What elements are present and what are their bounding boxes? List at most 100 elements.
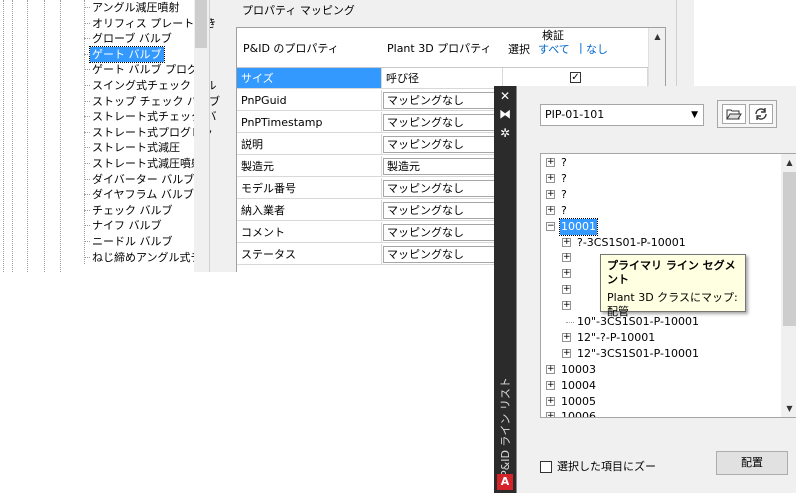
class-tree-item[interactable]: ニードル バルブ (84, 234, 175, 249)
class-tree-scrollbar[interactable] (194, 0, 209, 272)
plant3d-property-value: マッピングなし (383, 114, 502, 131)
class-tree-item-label: ストレート式減圧噴射 (92, 157, 202, 170)
tree-connector (84, 53, 90, 55)
class-tree-item-label: ねじ締めアングル式チ (92, 250, 202, 264)
class-tree-item[interactable]: ゲート バルブ プログレ (84, 62, 211, 77)
class-tree-item[interactable]: ダイバーター バルブ (84, 172, 196, 187)
select-separator: | (579, 41, 583, 54)
expand-icon[interactable]: + (562, 301, 571, 311)
select-label: 選択 (508, 43, 530, 56)
pid-line-list-palette: ✕ ⧓ ✲ P&ID ライン リスト A PIP-01-101 ▼ + ? + … (494, 86, 796, 493)
line-tree-node-label: ? (561, 203, 567, 217)
select-all-link[interactable]: すべて (538, 41, 570, 57)
auto-hide-icon[interactable]: ⧓ (498, 107, 512, 121)
class-tree-item[interactable]: ゲート バルブ (84, 45, 165, 63)
class-tree-item[interactable]: ナイフ バルブ (84, 218, 164, 233)
expand-icon[interactable]: + (562, 348, 571, 358)
expand-icon[interactable]: + (546, 173, 555, 183)
tree-connector (84, 85, 90, 86)
tree-connector (84, 225, 90, 227)
tree-guide-line (12, 0, 13, 272)
expand-icon[interactable]: + (546, 380, 555, 390)
expand-icon[interactable]: + (546, 364, 555, 374)
plant3d-property-value: 製造元 (383, 158, 502, 175)
class-tree-item-label: ナイフ バルブ (92, 219, 162, 233)
plant3d-property-select[interactable]: マッピングなし▼ (382, 244, 503, 265)
plant3d-property-select[interactable]: 製造元▼ (382, 156, 503, 177)
tooltip-line2: 配管 (607, 305, 629, 318)
class-tree-item[interactable]: ダイヤフラム バルブ (84, 187, 196, 202)
verify-checkbox[interactable]: ✓ (570, 72, 581, 83)
plant3d-property-value: マッピングなし (383, 136, 502, 153)
class-tree-item[interactable]: ストレート式減圧 (84, 140, 182, 155)
class-tree-item[interactable]: ストレート式減圧噴射 (84, 156, 204, 171)
line-tree-node-label: ? (561, 156, 567, 169)
header-pid-property[interactable]: P&ID のプロパティ (237, 28, 383, 68)
plant3d-property-select[interactable]: マッピングなし▼ (382, 112, 503, 133)
scrollbar-thumb[interactable] (783, 172, 796, 326)
class-tree-item[interactable]: アングル減圧噴射 (84, 0, 182, 15)
class-tree-item[interactable]: ねじ締めアングル式チ (84, 250, 204, 265)
expand-icon[interactable]: + (562, 237, 571, 247)
scroll-down-arrow-icon[interactable]: ▼ (781, 400, 796, 417)
class-tree-panel: アングル減圧噴射 オリフィス プレート付き グローブ バルブ ゲート バルブ ゲート バ… (0, 0, 220, 272)
place-button[interactable]: 配置 (716, 451, 788, 475)
expand-icon[interactable]: + (562, 253, 571, 263)
drawing-select-value: PIP-01-101 (545, 108, 605, 121)
tooltip-line1: Plant 3D クラスにマップ: (607, 291, 738, 304)
pid-property-cell[interactable]: 製造元 (237, 156, 382, 177)
pid-property-cell[interactable]: ステータス (237, 244, 382, 265)
plant3d-property-cell[interactable]: 呼び径 (382, 68, 503, 89)
refresh-button[interactable] (749, 104, 773, 124)
pid-property-cell[interactable]: 納入業者 (237, 200, 382, 221)
pid-property-cell[interactable]: モデル番号 (237, 178, 382, 199)
tree-connector (84, 256, 90, 258)
class-tree-item[interactable]: グローブ バルブ (84, 31, 174, 46)
pid-property-cell[interactable]: サイズ (237, 68, 382, 89)
palette-titlebar[interactable]: ✕ ⧓ ✲ P&ID ライン リスト A (494, 86, 516, 493)
expand-icon[interactable]: + (546, 158, 555, 167)
plant3d-property-select[interactable]: マッピングなし▼ (382, 178, 503, 199)
tree-connector (84, 116, 90, 118)
expand-icon[interactable]: + (562, 332, 571, 342)
line-tree-scrollbar[interactable]: ▲ ▼ (781, 154, 796, 417)
expand-icon[interactable]: + (562, 269, 571, 279)
collapse-icon[interactable]: − (546, 221, 555, 231)
select-none-link[interactable]: なし (586, 41, 608, 57)
open-folder-button[interactable] (722, 104, 746, 124)
scroll-up-arrow-icon[interactable]: ▲ (649, 28, 665, 45)
tree-guide-line (60, 0, 61, 272)
plant3d-property-select[interactable]: マッピングなし▼ (382, 200, 503, 221)
plant3d-property-select[interactable]: マッピングなし▼ (382, 222, 503, 243)
class-tree-item-label: ゲート バルブ プログレ (92, 63, 209, 77)
line-tree-node-label: 12"-3CS1S01-P-10001 (577, 346, 699, 360)
properties-icon[interactable]: ✲ (498, 126, 512, 140)
pid-property-cell[interactable]: PnPGuid (237, 90, 382, 111)
refresh-icon (755, 108, 767, 120)
drawing-select[interactable]: PIP-01-101 ▼ (540, 104, 704, 126)
expand-icon[interactable]: + (546, 412, 555, 417)
expand-icon[interactable]: + (562, 285, 571, 295)
expand-icon[interactable]: + (546, 396, 555, 406)
close-icon[interactable]: ✕ (498, 89, 512, 103)
pid-property-cell[interactable]: PnPTimestamp (237, 112, 382, 133)
header-plant3d-property[interactable]: Plant 3D プロパティ (382, 28, 504, 68)
checkbox-box[interactable] (540, 461, 552, 473)
line-segment-tooltip: プライマリ ライン セグメント Plant 3D クラスにマップ: 配管 (600, 254, 746, 318)
tree-connector (84, 131, 90, 133)
line-tree-node-label: 10006 (561, 410, 596, 418)
header-plant3d-label: Plant 3D プロパティ (387, 42, 492, 55)
pid-property-cell[interactable]: 説明 (237, 134, 382, 155)
scrollbar-thumb[interactable] (195, 0, 207, 48)
pid-property-cell[interactable]: コメント (237, 222, 382, 243)
plant3d-property-select[interactable]: マッピングなし▼ (382, 134, 503, 155)
expand-icon[interactable]: + (546, 205, 555, 215)
plant3d-property-select[interactable]: マッピングなし▼ (382, 90, 503, 111)
tooltip-title: プライマリ ライン セグメント (607, 259, 736, 286)
line-tree-node-label: 12"-?-P-10001 (577, 330, 656, 344)
plant3d-property-value: マッピングなし (383, 180, 502, 197)
expand-icon[interactable]: + (546, 189, 555, 199)
plant3d-property-value: マッピングなし (383, 202, 502, 219)
scroll-up-arrow-icon[interactable]: ▲ (781, 154, 796, 171)
class-tree-item[interactable]: チェック バルブ (84, 203, 175, 218)
